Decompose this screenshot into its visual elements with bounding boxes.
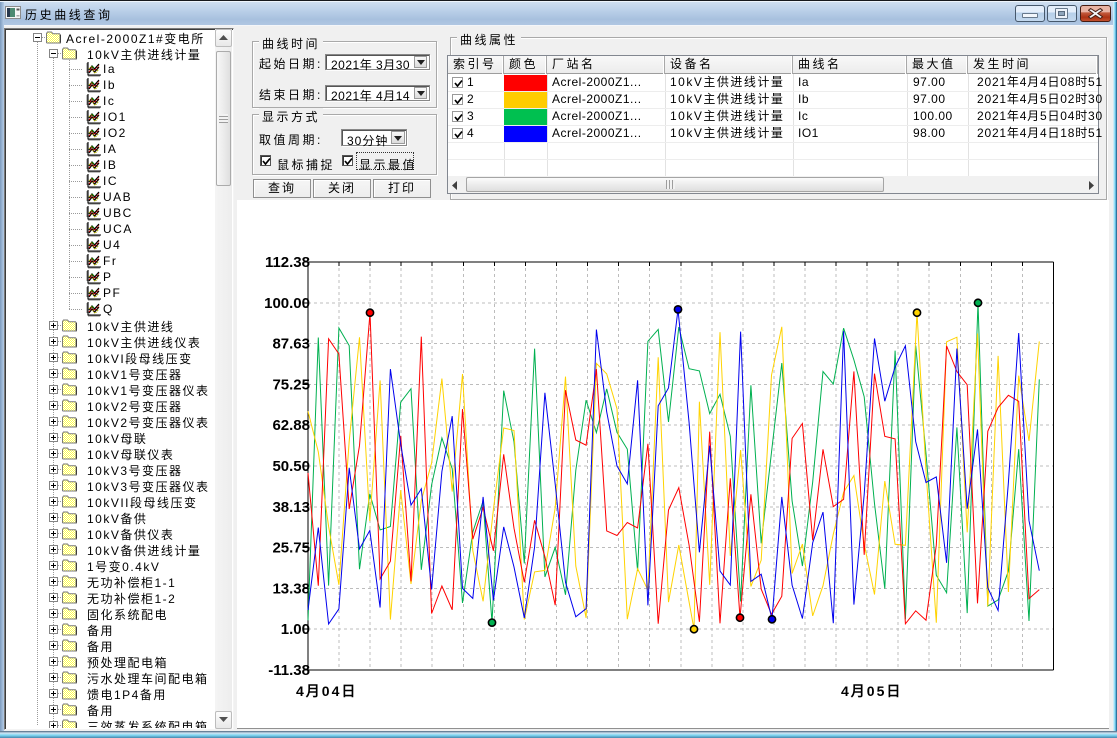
svg-text:-11.38: -11.38: [268, 662, 310, 679]
svg-text:100.00: 100.00: [264, 295, 310, 312]
svg-text:4月05日: 4月05日: [841, 683, 902, 699]
svg-text:75.25: 75.25: [272, 376, 310, 393]
svg-text:87.63: 87.63: [272, 336, 310, 353]
svg-text:4月04日: 4月04日: [296, 683, 357, 699]
svg-text:50.50: 50.50: [272, 458, 310, 475]
svg-text:1.00: 1.00: [281, 621, 310, 638]
svg-text:62.88: 62.88: [272, 417, 310, 434]
svg-text:112.38: 112.38: [265, 254, 310, 271]
svg-text:38.13: 38.13: [272, 499, 310, 516]
svg-text:25.75: 25.75: [272, 540, 310, 557]
svg-text:13.38: 13.38: [272, 580, 310, 597]
